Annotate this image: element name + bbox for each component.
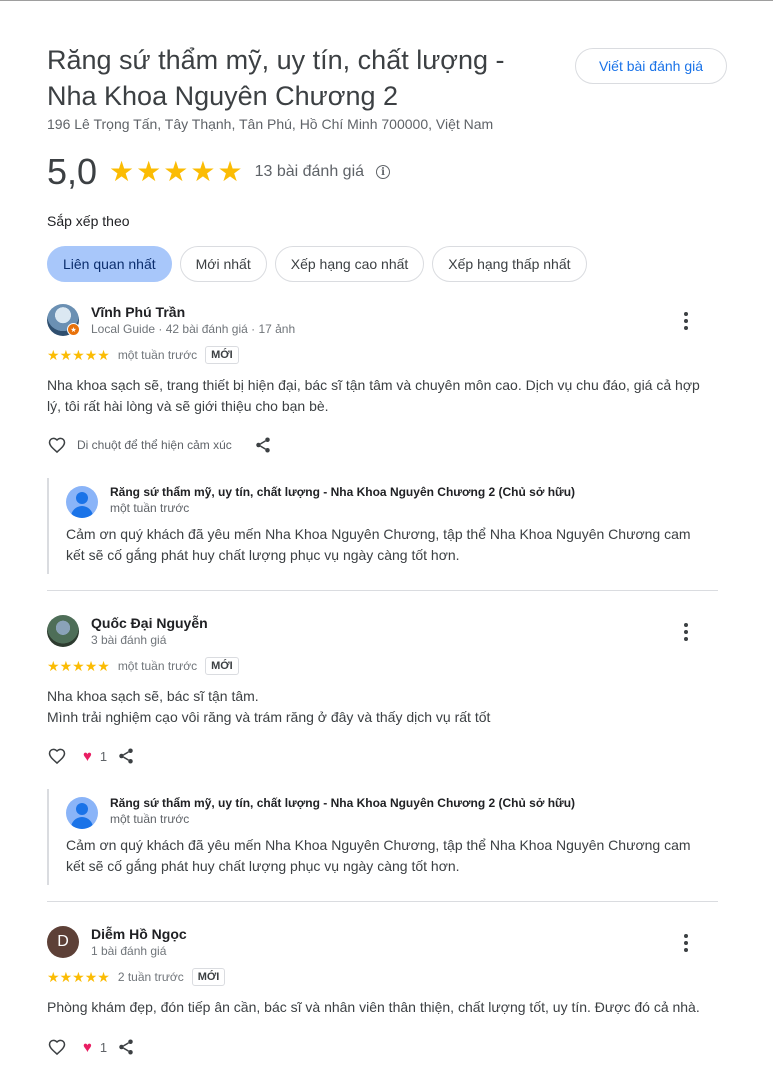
like-count: 1 xyxy=(99,748,108,764)
local-guide-badge-icon: ★ xyxy=(67,323,80,336)
star-icon: ★ xyxy=(217,156,243,187)
star-icon: ★ xyxy=(97,658,110,674)
owner-reply-time: một tuần trước xyxy=(110,812,190,826)
share-icon[interactable] xyxy=(117,747,135,765)
reviewer-name[interactable]: Diễm Hồ Ngọc xyxy=(91,926,187,942)
sort-chip-highest[interactable]: Xếp hạng cao nhất xyxy=(274,246,425,282)
review-stars: ★ ★ ★ ★ ★ xyxy=(47,970,110,984)
share-icon[interactable] xyxy=(254,436,272,454)
review-count: 13 bài đánh giá xyxy=(254,163,365,180)
heart-icon[interactable] xyxy=(47,746,67,766)
owner-name: Răng sứ thẩm mỹ, uy tín, chất lượng - Nh… xyxy=(110,485,576,499)
star-icon: ★ xyxy=(72,969,85,985)
review-text: Nha khoa sạch sẽ, trang thiết bị hiện đạ… xyxy=(47,377,700,414)
new-badge: MỚI xyxy=(191,968,226,986)
review-rating: ★ ★ ★ ★ ★ 2 tuần trước MỚI xyxy=(47,968,226,986)
sort-chip-relevant[interactable]: Liên quan nhất xyxy=(47,246,172,282)
avatar[interactable] xyxy=(47,615,79,647)
owner-reply-text: Cảm ơn quý khách đã yêu mến Nha Khoa Ngu… xyxy=(66,526,691,563)
info-icon[interactable]: i xyxy=(376,165,391,179)
sort-chip-lowest[interactable]: Xếp hạng thấp nhất xyxy=(432,246,587,282)
review-time: một tuần trước xyxy=(117,348,198,362)
owner-reply: Răng sứ thẩm mỹ, uy tín, chất lượng - Nh… xyxy=(47,478,707,574)
star-icon: ★ xyxy=(84,969,98,985)
star-icon: ★ xyxy=(47,969,60,985)
new-badge: MỚI xyxy=(205,346,239,364)
owner-reply-text: Cảm ơn quý khách đã yêu mến Nha Khoa Ngu… xyxy=(66,837,691,874)
reaction-count[interactable]: ♥ 1 xyxy=(83,748,107,765)
review-text: Phòng khám đẹp, đón tiếp ân cần, bác sĩ … xyxy=(47,999,700,1015)
review-actions: Di chuột để thể hiện cảm xúc xyxy=(47,435,272,455)
star-icon: ★ xyxy=(97,969,110,985)
reviewer-name[interactable]: Vĩnh Phú Trần xyxy=(91,304,185,320)
star-icon: ★ xyxy=(97,347,110,363)
owner-reply-time: một tuần trước xyxy=(110,501,190,515)
new-badge: MỚI xyxy=(205,657,239,675)
sort-label: Sắp xếp theo xyxy=(47,213,130,229)
sort-chips: Liên quan nhất Mới nhất Xếp hạng cao nhấ… xyxy=(47,246,587,282)
place-address: 196 Lê Trọng Tấn, Tây Thạnh, Tân Phú, Hồ… xyxy=(47,116,494,132)
star-icon: ★ xyxy=(84,658,98,674)
top-border xyxy=(0,0,773,1)
more-options-icon[interactable] xyxy=(678,934,694,952)
rating-value: 5,0 xyxy=(47,151,98,192)
place-title: Răng sứ thẩm mỹ, uy tín, chất lượng - Nh… xyxy=(47,45,505,111)
review-time: một tuần trước xyxy=(117,659,198,673)
avatar[interactable]: D xyxy=(47,926,79,958)
filled-heart-icon: ♥ xyxy=(83,1038,92,1056)
star-icon: ★ xyxy=(190,156,216,187)
owner-avatar xyxy=(66,486,98,518)
overall-rating: 5,0 ★ ★ ★ ★ ★ 13 bài đánh giá i xyxy=(47,150,391,194)
reviewer-meta: 1 bài đánh giá xyxy=(91,944,167,958)
owner-reply: Răng sứ thẩm mỹ, uy tín, chất lượng - Nh… xyxy=(47,789,707,885)
review-item: Quốc Đại Nguyễn 3 bài đánh giá ★ ★ ★ ★ ★ một… xyxy=(47,615,718,895)
review-text: Nha khoa sạch sẽ, bác sĩ tận tâm. Mình t… xyxy=(47,688,491,725)
reaction-count[interactable]: ♥ 1 xyxy=(83,1039,107,1056)
review-time: 2 tuần trước xyxy=(117,970,184,984)
review-actions: ♥ 1 xyxy=(47,1037,135,1057)
star-icon: ★ xyxy=(59,347,73,363)
like-count: 1 xyxy=(99,1039,108,1055)
write-review-button[interactable]: Viết bài đánh giá xyxy=(575,48,727,84)
star-icon: ★ xyxy=(72,658,85,674)
more-options-icon[interactable] xyxy=(678,312,694,330)
star-icon: ★ xyxy=(47,658,60,674)
star-icon: ★ xyxy=(109,156,135,187)
star-icon: ★ xyxy=(47,347,60,363)
star-icon: ★ xyxy=(163,156,189,187)
star-icon: ★ xyxy=(59,969,73,985)
owner-avatar xyxy=(66,797,98,829)
review-item: ★ Vĩnh Phú Trần Local Guide · 42 bài đán… xyxy=(47,304,718,594)
review-stars: ★ ★ ★ ★ ★ xyxy=(47,348,110,362)
star-icon: ★ xyxy=(136,156,162,187)
reviewer-name[interactable]: Quốc Đại Nguyễn xyxy=(91,615,208,631)
review-rating: ★ ★ ★ ★ ★ một tuần trước MỚI xyxy=(47,657,239,675)
heart-icon[interactable] xyxy=(47,1037,67,1057)
review-rating: ★ ★ ★ ★ ★ một tuần trước MỚI xyxy=(47,346,239,364)
review-divider xyxy=(47,590,718,591)
owner-name: Răng sứ thẩm mỹ, uy tín, chất lượng - Nh… xyxy=(110,796,576,810)
review-actions: ♥ 1 xyxy=(47,746,135,766)
filled-heart-icon: ♥ xyxy=(83,747,92,765)
star-icon: ★ xyxy=(59,658,73,674)
sort-chip-newest[interactable]: Mới nhất xyxy=(179,246,267,282)
star-icon: ★ xyxy=(72,347,85,363)
review-stars: ★ ★ ★ ★ ★ xyxy=(47,659,110,673)
review-item: D Diễm Hồ Ngọc 1 bài đánh giá ★ ★ ★ ★ ★ 2 tu… xyxy=(47,926,718,1071)
star-icon: ★ xyxy=(84,347,98,363)
heart-icon[interactable] xyxy=(47,435,67,455)
share-icon[interactable] xyxy=(117,1038,135,1056)
review-divider xyxy=(47,901,718,902)
reviewer-meta: Local Guide · 42 bài đánh giá · 17 ảnh xyxy=(91,322,296,336)
more-options-icon[interactable] xyxy=(678,623,694,641)
reaction-hint: Di chuột để thể hiện cảm xúc xyxy=(77,438,232,452)
rating-stars: ★ ★ ★ ★ ★ xyxy=(109,158,243,186)
reviewer-meta: 3 bài đánh giá xyxy=(91,633,167,647)
